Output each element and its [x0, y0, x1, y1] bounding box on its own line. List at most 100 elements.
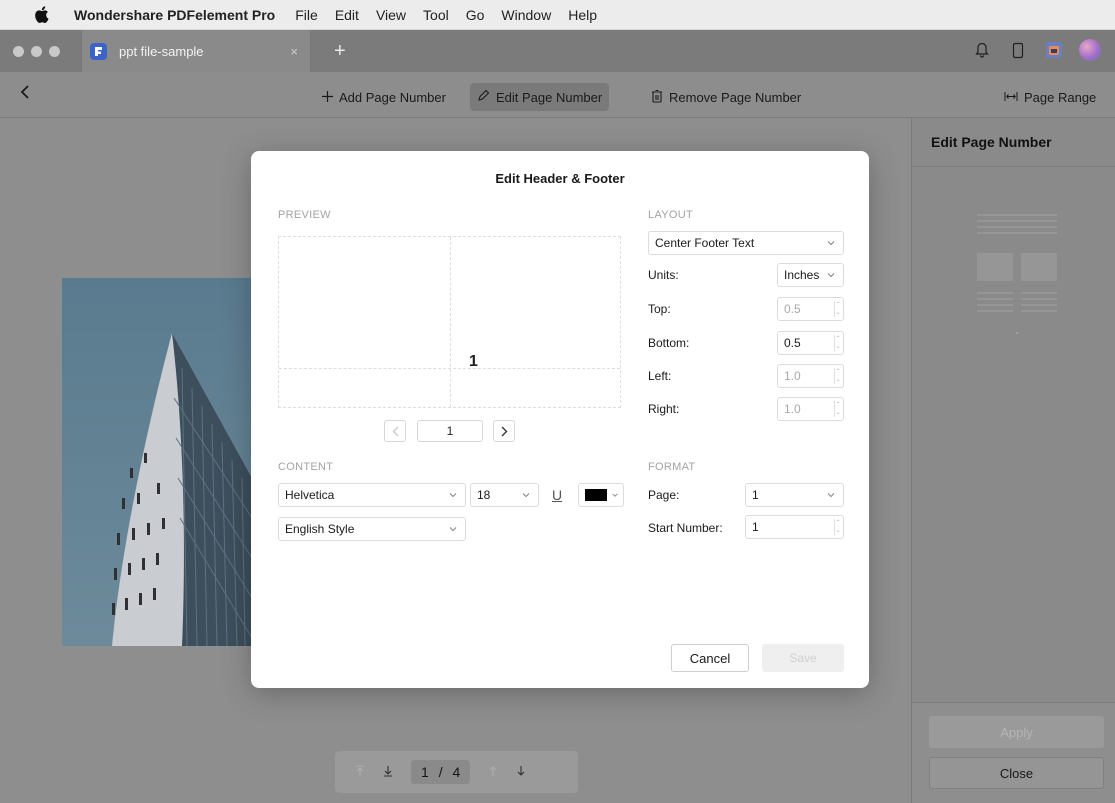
page-format-select[interactable]: 1	[745, 483, 844, 507]
units-select[interactable]: Inches	[777, 263, 844, 287]
preview-footer-guide	[279, 368, 620, 369]
number-style-select[interactable]: English Style	[278, 517, 466, 541]
bottom-margin-value: 0.5	[784, 336, 801, 350]
panel-divider	[912, 166, 1115, 167]
first-page-icon[interactable]	[355, 764, 365, 780]
top-margin-stepper[interactable]: ⌃ ⌄	[834, 301, 841, 317]
chevron-down-icon	[522, 493, 530, 498]
new-tab-button[interactable]: +	[334, 41, 346, 61]
preview-area: 1	[278, 236, 621, 408]
apply-button[interactable]: Apply	[929, 716, 1104, 748]
preview-next-button[interactable]	[493, 420, 515, 442]
top-margin-value: 0.5	[784, 302, 801, 316]
apple-icon[interactable]	[34, 6, 50, 24]
document-page-image	[62, 278, 252, 646]
edit-page-number-button[interactable]: Edit Page Number	[470, 83, 610, 111]
menu-file[interactable]: File	[295, 7, 318, 23]
close-window-button[interactable]	[13, 45, 24, 57]
avatar[interactable]	[1079, 39, 1101, 61]
layout-position-value: Center Footer Text	[655, 236, 755, 250]
page-format-value: 1	[752, 488, 759, 502]
menu-window[interactable]: Window	[501, 7, 551, 23]
font-select[interactable]: Helvetica	[278, 483, 466, 507]
store-icon[interactable]	[1043, 39, 1065, 61]
start-number-value: 1	[752, 520, 759, 534]
page-range-icon	[1004, 90, 1018, 105]
tab-close-icon[interactable]: ×	[290, 44, 298, 59]
bottom-margin-label: Bottom:	[648, 336, 690, 350]
font-size-select[interactable]: 18	[470, 483, 539, 507]
close-button[interactable]: Close	[929, 757, 1104, 789]
top-margin-label: Top:	[648, 302, 671, 316]
chevron-down-icon	[449, 493, 457, 498]
page-range-label: Page Range	[1024, 89, 1097, 105]
next-page-icon[interactable]	[516, 764, 526, 780]
menu-view[interactable]: View	[376, 7, 406, 23]
bottom-margin-stepper[interactable]: ⌃ ⌄	[834, 335, 841, 351]
right-margin-input[interactable]: 1.0 ⌃ ⌄	[777, 397, 844, 421]
plus-icon	[322, 90, 333, 105]
right-margin-label: Right:	[648, 402, 680, 416]
tab-bar: ppt file-sample × +	[0, 30, 1115, 72]
layout-section-label: LAYOUT	[648, 209, 693, 221]
document-tab[interactable]: ppt file-sample ×	[82, 30, 310, 72]
content-section-label: CONTENT	[278, 461, 334, 473]
edit-page-number-label: Edit Page Number	[496, 89, 603, 105]
cancel-button[interactable]: Cancel	[671, 644, 749, 672]
trash-icon	[651, 89, 663, 106]
underline-button[interactable]: U	[546, 484, 568, 506]
panel-title: Edit Page Number	[931, 134, 1052, 150]
remove-page-number-button[interactable]: Remove Page Number	[644, 83, 808, 111]
bell-icon[interactable]	[971, 39, 993, 61]
total-pages: 4	[452, 764, 461, 780]
last-page-icon[interactable]	[383, 764, 393, 780]
back-icon[interactable]	[20, 84, 30, 104]
page-format-label: Page:	[648, 488, 680, 502]
preview-page-number: 1	[469, 353, 478, 370]
pencil-icon	[477, 89, 490, 105]
minimize-window-button[interactable]	[31, 45, 42, 57]
bottom-margin-input[interactable]: 0.5 ⌃ ⌄	[777, 331, 844, 355]
menu-help[interactable]: Help	[568, 7, 597, 23]
start-number-label: Start Number:	[648, 521, 723, 535]
menu-tool[interactable]: Tool	[423, 7, 449, 23]
preview-section-label: PREVIEW	[278, 209, 331, 221]
start-number-input[interactable]: 1 ⌃ ⌄	[745, 515, 844, 539]
toolbar: Add Page Number Edit Page Number Remove …	[0, 72, 1115, 118]
right-margin-stepper[interactable]: ⌃ ⌄	[834, 401, 841, 417]
left-margin-input[interactable]: 1.0 ⌃ ⌄	[777, 364, 844, 388]
add-page-number-label: Add Page Number	[339, 89, 446, 105]
text-color-picker[interactable]	[578, 483, 624, 507]
previous-page-icon[interactable]	[488, 764, 498, 780]
chevron-down-icon	[449, 527, 457, 532]
start-number-stepper[interactable]: ⌃ ⌄	[834, 519, 841, 535]
left-margin-stepper[interactable]: ⌃ ⌄	[834, 368, 841, 384]
app-name[interactable]: Wondershare PDFelement Pro	[74, 7, 275, 23]
preview-page-input[interactable]: 1	[417, 420, 483, 442]
underline-icon: U	[551, 487, 563, 503]
preview-previous-button[interactable]	[384, 420, 406, 442]
units-label: Units:	[648, 268, 679, 282]
save-button[interactable]: Save	[762, 644, 844, 672]
chevron-down-icon	[827, 241, 835, 246]
remove-page-number-label: Remove Page Number	[669, 89, 802, 105]
chevron-down-icon	[612, 493, 618, 497]
window-controls	[13, 45, 60, 57]
menu-go[interactable]: Go	[466, 7, 485, 23]
chevron-down-icon	[827, 493, 835, 498]
dialog-title: Edit Header & Footer	[495, 171, 625, 186]
left-margin-value: 1.0	[784, 369, 801, 383]
menubar: Wondershare PDFelement Pro File Edit Vie…	[0, 0, 1115, 30]
tab-title: ppt file-sample	[119, 43, 204, 59]
page-range-button[interactable]: Page Range	[997, 83, 1103, 111]
device-icon[interactable]	[1007, 39, 1029, 61]
right-panel: Edit Page Number	[911, 118, 1115, 803]
page-indicator[interactable]: 1 / 4	[411, 760, 471, 784]
zoom-window-button[interactable]	[49, 45, 60, 57]
layout-position-select[interactable]: Center Footer Text	[648, 231, 844, 255]
add-page-number-button[interactable]: Add Page Number	[315, 83, 453, 111]
font-size-value: 18	[477, 488, 491, 502]
top-margin-input[interactable]: 0.5 ⌃ ⌄	[777, 297, 844, 321]
menu-edit[interactable]: Edit	[335, 7, 359, 23]
chevron-down-icon	[827, 273, 835, 278]
